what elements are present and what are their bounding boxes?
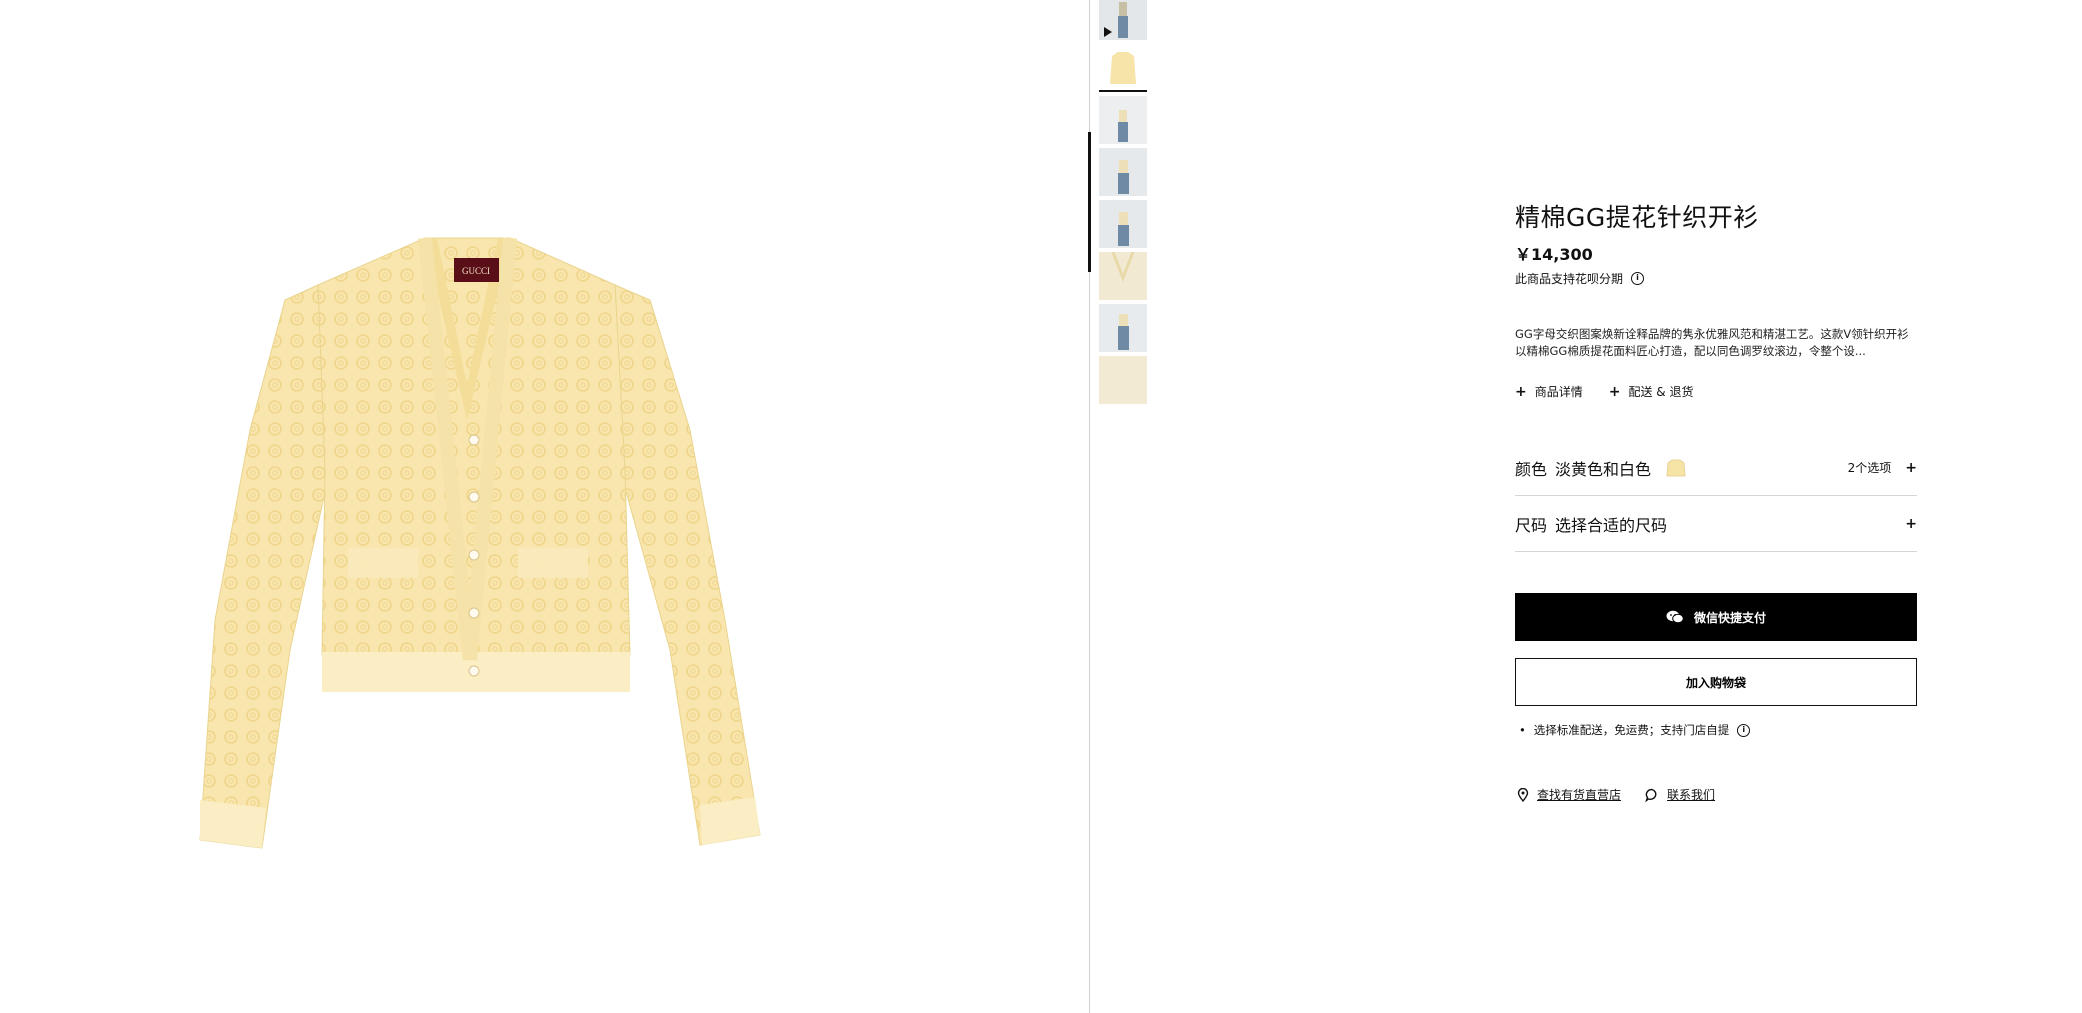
detail-links: + 商品详情 + 配送 & 退货 (1515, 383, 1693, 400)
contact-us-label: 联系我们 (1667, 788, 1716, 802)
svg-text:GUCCI: GUCCI (462, 266, 490, 276)
product-title: 精棉GG提花针织开衫 (1515, 203, 1759, 232)
thumbnail-model-side[interactable] (1099, 148, 1147, 196)
size-value: 选择合适的尺码 (1555, 515, 1668, 535)
size-selector[interactable]: 尺码 选择合适的尺码 + (1515, 496, 1917, 552)
plus-icon: + (1608, 383, 1621, 400)
chat-bubble-icon (1645, 788, 1657, 802)
wechat-pay-button[interactable]: 微信快捷支付 (1515, 593, 1917, 641)
add-to-bag-button[interactable]: 加入购物袋 (1515, 658, 1917, 706)
product-price: ￥14,300 (1515, 245, 1593, 264)
expand-plus-icon: + (1905, 459, 1917, 476)
installment-note: 此商品支持花呗分期 i (1515, 270, 1645, 287)
find-store-label: 查找有货直营店 (1537, 788, 1622, 802)
shipping-text: 选择标准配送，免运费；支持门店自提 (1533, 723, 1730, 737)
color-swatch-icon (1666, 459, 1686, 476)
footer-links: 查找有货直营店 联系我们 (1517, 786, 1715, 803)
play-icon (1104, 27, 1112, 37)
thumbnail-model-front[interactable] (1099, 96, 1147, 144)
size-label: 尺码 (1515, 515, 1548, 535)
color-options-count: 2个选项 (1847, 461, 1892, 475)
add-to-bag-label: 加入购物袋 (1685, 675, 1746, 690)
delivery-returns-label: 配送 & 退货 (1628, 385, 1694, 399)
thumbnail-model-back[interactable] (1099, 200, 1147, 248)
plus-icon: + (1515, 383, 1527, 400)
find-store-link[interactable]: 查找有货直营店 (1517, 786, 1621, 803)
product-details-link[interactable]: + 商品详情 (1515, 383, 1583, 400)
installment-text: 此商品支持花呗分期 (1515, 272, 1624, 286)
info-icon[interactable]: i (1737, 723, 1751, 737)
product-details-label: 商品详情 (1534, 385, 1583, 399)
bullet-icon: • (1519, 723, 1526, 737)
thumbnail-product[interactable] (1099, 44, 1147, 92)
color-value: 淡黄色和白色 (1555, 459, 1652, 479)
thumbnail-closeup[interactable] (1099, 252, 1147, 300)
thumbnail-video[interactable] (1099, 0, 1147, 40)
info-icon[interactable]: i (1631, 272, 1645, 285)
expand-plus-icon: + (1905, 515, 1917, 532)
color-selector[interactable]: 颜色 淡黄色和白色 2个选项 + (1515, 440, 1917, 496)
contact-us-link[interactable]: 联系我们 (1645, 786, 1715, 803)
color-label: 颜色 (1515, 459, 1548, 479)
cardigan-illustration: GUCCI (199, 237, 761, 849)
shipping-note: • 选择标准配送，免运费；支持门店自提 i (1519, 722, 1751, 738)
main-product-image[interactable]: GUCCI (0, 0, 1089, 1013)
scroll-indicator[interactable] (1088, 132, 1091, 272)
wechat-pay-label: 微信快捷支付 (1693, 610, 1766, 625)
thumbnail-fabric[interactable] (1099, 356, 1147, 404)
thumbnail-model-full[interactable] (1099, 304, 1147, 352)
wechat-icon (1666, 610, 1684, 624)
product-description: GG字母交织图案焕新诠释品牌的隽永优雅风范和精湛工艺。这款V领针织开衫以精棉GG… (1515, 327, 1909, 358)
delivery-returns-link[interactable]: + 配送 & 退货 (1609, 383, 1694, 400)
location-pin-icon (1517, 787, 1529, 802)
